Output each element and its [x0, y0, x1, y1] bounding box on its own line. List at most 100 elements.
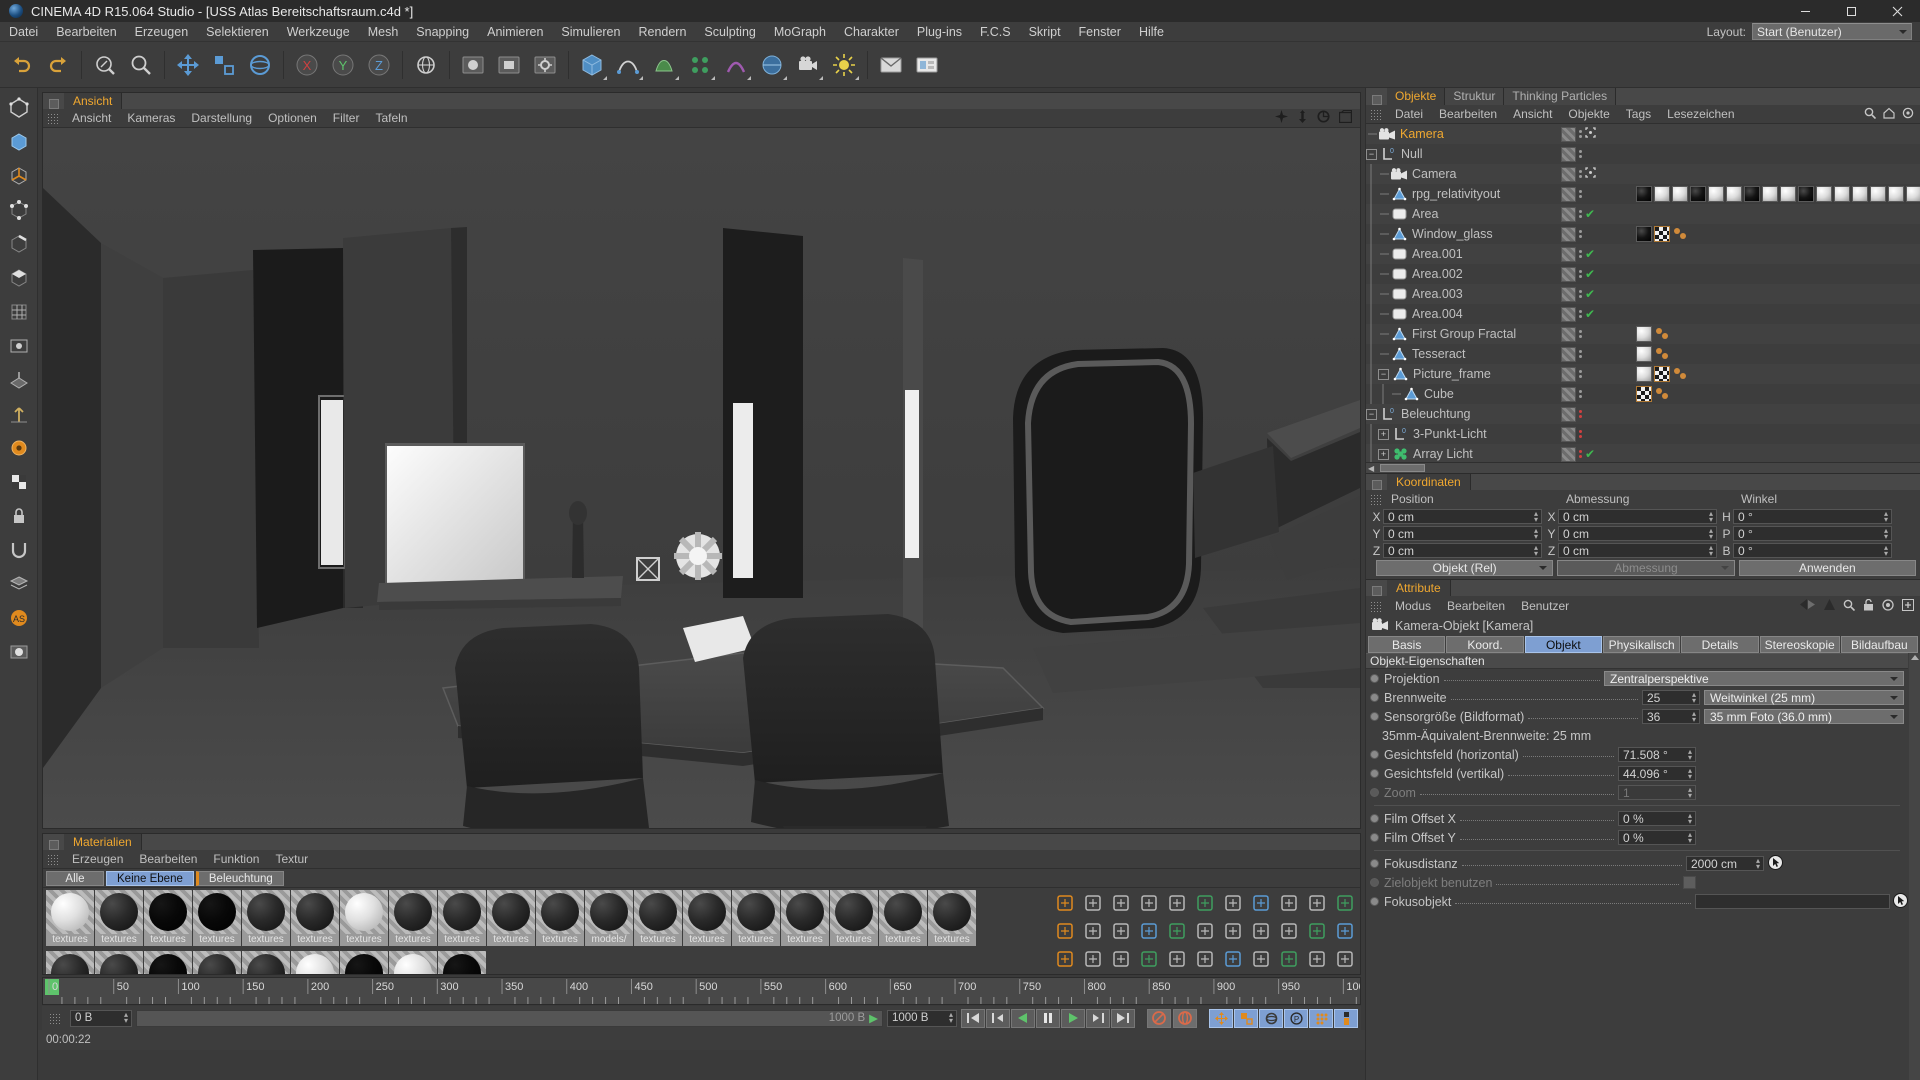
spinner-icon[interactable]: ▴ ▾: [1884, 543, 1888, 557]
coordinate-mode-dropdown[interactable]: Objekt (Rel): [1376, 560, 1554, 576]
apply-button[interactable]: Anwenden: [1738, 560, 1916, 576]
snapping-button[interactable]: [3, 534, 35, 566]
polygon-mode-button[interactable]: [3, 262, 35, 294]
material-swatch[interactable]: textures: [340, 890, 388, 951]
timeline-scrollbar[interactable]: 1000 B ▶: [136, 1009, 883, 1027]
play-forward-button[interactable]: [1061, 1008, 1085, 1028]
move-tool[interactable]: [171, 48, 205, 82]
tree-expander[interactable]: +: [1378, 448, 1389, 460]
point-mode-button[interactable]: [3, 194, 35, 226]
material-swatch[interactable]: [340, 951, 388, 974]
visibility-dot[interactable]: [1579, 190, 1582, 193]
redo-button[interactable]: [41, 48, 75, 82]
ommenu-objekte[interactable]: Objekte: [1560, 105, 1617, 124]
spinner-icon[interactable]: ▴ ▾: [1884, 509, 1888, 523]
bevel-icon[interactable]: [1107, 917, 1135, 945]
target-icon[interactable]: [1882, 598, 1894, 614]
film-offset-y-field[interactable]: 0 % ▴ ▾: [1618, 830, 1696, 845]
visibility-dot[interactable]: [1579, 155, 1582, 158]
material-tag[interactable]: [1708, 186, 1724, 202]
visibility-dots[interactable]: [1579, 410, 1582, 418]
visibility-dot[interactable]: [1579, 415, 1582, 418]
focus-object-field[interactable]: [1695, 894, 1890, 909]
visibility-dot[interactable]: [1579, 235, 1582, 238]
menu-sculpting[interactable]: Sculpting: [695, 22, 764, 42]
visibility-dot[interactable]: [1579, 390, 1582, 393]
lock-axis-button[interactable]: [3, 500, 35, 532]
material-swatch[interactable]: [438, 951, 486, 974]
visibility-dot[interactable]: [1579, 215, 1582, 218]
layer-color-slot[interactable]: [1561, 186, 1576, 202]
viewport-3d-scene[interactable]: [43, 128, 1360, 828]
layer-color-slot[interactable]: [1561, 326, 1576, 342]
attrmenu-bearbeiten[interactable]: Bearbeiten: [1439, 599, 1513, 613]
array-button[interactable]: [683, 48, 717, 82]
search-icon[interactable]: [1864, 107, 1877, 122]
object-tree-row[interactable]: Window_glass: [1366, 224, 1920, 244]
panel-grip-icon[interactable]: [49, 99, 59, 109]
material-tag[interactable]: [1636, 186, 1652, 202]
paint-icon[interactable]: [1051, 945, 1079, 973]
animate-dot-icon[interactable]: [1370, 788, 1379, 797]
tree-expander[interactable]: −: [1366, 148, 1377, 160]
search-icon[interactable]: [1843, 599, 1856, 614]
animate-dot-icon[interactable]: [1370, 859, 1379, 868]
uv-checker-button[interactable]: [3, 466, 35, 498]
attrmenu-modus[interactable]: Modus: [1387, 599, 1439, 613]
visibility-dots[interactable]: [1579, 290, 1582, 298]
visibility-dots[interactable]: [1579, 170, 1582, 178]
viewmenu-filter[interactable]: Filter: [325, 109, 368, 128]
tab-ansicht[interactable]: Ansicht: [64, 93, 123, 109]
menu-animieren[interactable]: Animieren: [478, 22, 552, 42]
material-tag[interactable]: [1852, 186, 1868, 202]
lasso-icon[interactable]: [1107, 889, 1135, 917]
range-next-icon[interactable]: ▶: [869, 1011, 878, 1025]
layer-color-slot[interactable]: [1561, 246, 1576, 262]
material-swatch[interactable]: textures: [683, 890, 731, 951]
tree-expander[interactable]: +: [1378, 428, 1389, 440]
uv-icon[interactable]: [1303, 889, 1331, 917]
material-swatch[interactable]: [193, 951, 241, 974]
animate-dot-icon[interactable]: [1370, 897, 1379, 906]
angle-b-field[interactable]: 0 ° ▴ ▾: [1733, 543, 1892, 558]
point-level-key-button[interactable]: [1309, 1008, 1333, 1028]
spinner-icon[interactable]: ▴ ▾: [1534, 509, 1538, 523]
subdivide-icon[interactable]: [1219, 917, 1247, 945]
animate-dot-icon[interactable]: [1370, 750, 1379, 759]
tab-thinking-particles[interactable]: Thinking Particles: [1504, 88, 1617, 105]
grid-icon[interactable]: [1219, 889, 1247, 917]
material-swatch[interactable]: textures: [879, 890, 927, 951]
filter-beleuchtung[interactable]: Beleuchtung: [195, 870, 284, 886]
focal-length-field[interactable]: 25 ▴ ▾: [1642, 690, 1700, 705]
visibility-dot[interactable]: [1579, 350, 1582, 353]
material-swatch[interactable]: textures: [830, 890, 878, 951]
loop-select-icon[interactable]: [1191, 889, 1219, 917]
layer-color-slot[interactable]: [1561, 346, 1576, 362]
enabled-check-icon[interactable]: ✔: [1585, 248, 1595, 260]
visibility-dot[interactable]: [1579, 355, 1582, 358]
undo-button[interactable]: [5, 48, 39, 82]
atab-bildaufbau[interactable]: Bildaufbau: [1840, 636, 1919, 653]
make-editable-button[interactable]: [3, 92, 35, 124]
visibility-dot[interactable]: [1579, 410, 1582, 413]
materials-grid[interactable]: textures textures textures textures textures…: [43, 888, 1018, 974]
position-x-field[interactable]: 0 cm ▴ ▾: [1383, 509, 1542, 524]
viewmenu-tafeln[interactable]: Tafeln: [367, 109, 415, 128]
material-swatch[interactable]: textures: [144, 890, 192, 951]
visibility-dot[interactable]: [1579, 450, 1582, 453]
visibility-dot[interactable]: [1579, 310, 1582, 313]
go-to-end-button[interactable]: [1111, 1008, 1135, 1028]
spinner-icon[interactable]: ▴ ▾: [1692, 709, 1696, 723]
ommenu-datei[interactable]: Datei: [1387, 105, 1431, 124]
spinner-icon[interactable]: ▴ ▾: [1709, 543, 1713, 557]
material-swatch[interactable]: textures: [193, 890, 241, 951]
deformer-button[interactable]: [719, 48, 753, 82]
visibility-dots[interactable]: [1579, 270, 1582, 278]
viewmenu-kameras[interactable]: Kameras: [119, 109, 183, 128]
material-tag[interactable]: [1888, 186, 1904, 202]
material-tag[interactable]: [1654, 386, 1670, 402]
animate-dot-icon[interactable]: [1370, 693, 1379, 702]
light-button[interactable]: [827, 48, 861, 82]
animate-dot-icon[interactable]: [1370, 769, 1379, 778]
matmenu-bearbeiten[interactable]: Bearbeiten: [131, 850, 205, 869]
